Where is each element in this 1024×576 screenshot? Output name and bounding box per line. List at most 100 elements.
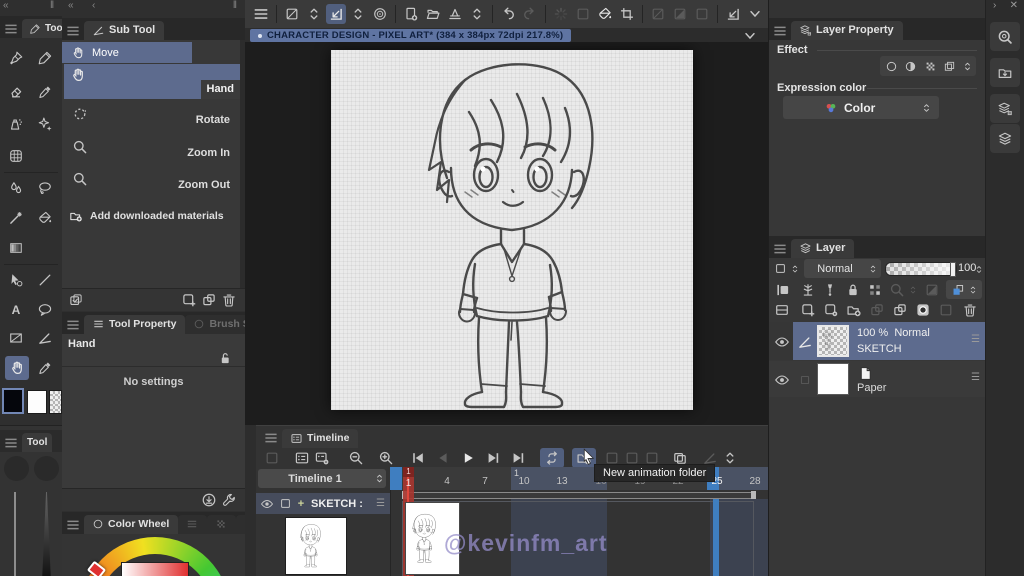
tab-sub-tool[interactable]: Sub Tool [84, 21, 164, 40]
panel-menu-icon[interactable] [65, 517, 81, 533]
panel-menu-icon[interactable] [263, 430, 279, 446]
timeline-zoom-out-icon[interactable] [346, 448, 366, 468]
tool-operation[interactable] [35, 328, 55, 348]
opacity-slider-handle[interactable] [950, 262, 956, 277]
subtool-item-rotate[interactable]: Rotate [64, 100, 240, 133]
tab-color-wheel[interactable]: Color Wheel [84, 515, 178, 534]
layer-menu-icon[interactable]: ☰ [971, 372, 980, 383]
layer-mask-icon[interactable] [922, 280, 942, 300]
blend-mode-dropdown[interactable]: Normal [804, 259, 881, 278]
pin-icon[interactable]: ‖ [233, 0, 237, 11]
tab-color-set[interactable] [207, 515, 236, 534]
reset-view-icon[interactable] [370, 4, 390, 24]
reference-layer-icon[interactable] [798, 280, 818, 300]
effect-border-icon[interactable] [883, 56, 900, 76]
timeline-settings-icon[interactable] [312, 448, 332, 468]
layer-color-button[interactable] [946, 280, 982, 299]
panel-menu-icon[interactable] [65, 23, 81, 39]
track-thumbnail[interactable] [285, 517, 347, 575]
delete-subtool-icon[interactable] [219, 290, 239, 310]
tab-timeline[interactable]: Timeline [282, 429, 358, 448]
timeline-edit-icon[interactable] [262, 448, 282, 468]
layer-visibility-eye-icon[interactable] [772, 332, 792, 352]
new-timeline-icon[interactable] [292, 448, 312, 468]
add-downloaded-materials-button[interactable]: Add downloaded materials [68, 206, 240, 226]
panel-menu-icon[interactable] [3, 435, 19, 451]
layer-menu-icon[interactable]: ☰ [971, 334, 980, 345]
transfer-layer-icon[interactable] [867, 300, 887, 320]
tool-figure-line[interactable] [35, 270, 55, 290]
rail-layer-button[interactable] [990, 124, 1020, 153]
zoom-mode-icon[interactable] [326, 4, 346, 24]
new-raster-layer-icon[interactable] [798, 300, 818, 320]
transparent-color-swatch[interactable] [49, 390, 62, 414]
opacity-slider[interactable] [885, 262, 957, 276]
effect-extract-line-icon[interactable] [941, 56, 958, 76]
expand-rail-icon[interactable]: › [993, 0, 996, 11]
tool-balloon[interactable] [35, 300, 55, 320]
delete-layer-icon[interactable] [960, 300, 980, 320]
layer-row-paper[interactable]: Paper ☰ [769, 361, 986, 397]
add-subtool-icon[interactable] [179, 290, 199, 310]
size-slider-2[interactable] [42, 492, 51, 576]
layer-thumbnail-paper[interactable] [817, 363, 849, 395]
tab-layer[interactable]: Layer [791, 239, 854, 258]
tab-tool-property[interactable]: Tool Property [84, 315, 185, 334]
draft-layer-icon[interactable] [820, 280, 840, 300]
save-options-icon[interactable] [467, 4, 487, 24]
selection-border-icon[interactable] [692, 4, 712, 24]
panel-menu-icon[interactable] [65, 317, 81, 333]
duplicate-subtool-icon[interactable] [199, 290, 219, 310]
brush-preview-1[interactable] [4, 456, 29, 481]
subtool-item-zoom-in[interactable]: Zoom In [64, 134, 240, 165]
deselect-icon[interactable] [648, 4, 668, 24]
close-rail-icon[interactable]: ✕ [1010, 0, 1018, 11]
apply-mask-icon[interactable] [936, 300, 956, 320]
tool-pencil[interactable] [35, 48, 55, 68]
track-visibility-eye-icon[interactable] [258, 494, 276, 514]
lock-layer-icon[interactable] [843, 280, 863, 300]
main-color-swatch[interactable] [2, 388, 24, 414]
effect-tone-icon[interactable] [902, 56, 919, 76]
rotate-stepper-icon[interactable] [348, 4, 368, 24]
lock-transparent-icon[interactable] [865, 280, 885, 300]
command-bar-more-icon[interactable] [745, 4, 765, 24]
tool-object[interactable] [6, 270, 26, 290]
layer-thumbnail-sketch[interactable] [817, 325, 849, 357]
track-header-sketch[interactable]: + SKETCH : ☰ [256, 493, 390, 514]
timeline-selector[interactable]: Timeline 1 [258, 469, 386, 488]
two-pane-icon[interactable] [772, 300, 792, 320]
lock-open-icon[interactable] [215, 348, 235, 368]
track-menu-icon[interactable]: ☰ [376, 498, 385, 509]
layer-visibility-eye-icon[interactable] [772, 370, 792, 390]
fill-icon[interactable] [595, 4, 615, 24]
tool-pen[interactable] [6, 48, 26, 68]
color-wheel[interactable] [62, 534, 245, 576]
selection-icon[interactable] [573, 4, 593, 24]
expression-color-dropdown[interactable]: Color [783, 96, 939, 119]
range-end-line[interactable] [713, 499, 719, 576]
tool-decoration[interactable] [35, 114, 55, 134]
size-slider-1[interactable] [14, 492, 16, 576]
tool-gradient[interactable] [6, 238, 26, 258]
rail-quick-access-button[interactable] [990, 22, 1020, 51]
effect-dither-icon[interactable] [922, 56, 939, 76]
tab-color-slider[interactable] [178, 515, 207, 534]
main-menu-icon[interactable] [251, 4, 271, 24]
tool-auto-select[interactable] [6, 208, 26, 228]
tool-airbrush[interactable] [6, 114, 26, 134]
canvas-viewport[interactable] [245, 42, 768, 425]
back-icon[interactable]: ‹ [92, 0, 95, 11]
invert-selection-icon[interactable] [670, 4, 690, 24]
merge-below-icon[interactable] [890, 300, 910, 320]
palette-color-button[interactable] [772, 260, 801, 277]
rail-layer-property-button[interactable] [990, 94, 1020, 123]
layer-row-sketch[interactable]: 100 % Normal SKETCH ☰ [769, 322, 986, 360]
canvas[interactable] [331, 50, 693, 410]
snap-icon[interactable] [723, 4, 743, 24]
tool-frame-border[interactable] [6, 328, 26, 348]
subtool-group-move[interactable]: Move [62, 42, 192, 63]
rail-material-button[interactable] [990, 58, 1020, 87]
new-folder-icon[interactable] [844, 300, 864, 320]
tab-mini-tool[interactable]: Tool [22, 433, 52, 452]
